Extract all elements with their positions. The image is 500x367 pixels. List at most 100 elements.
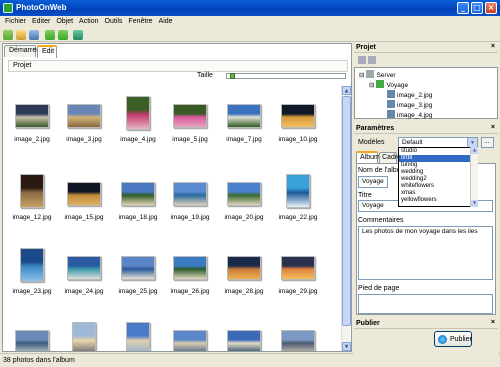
scroll-down-icon[interactable]: ▼ bbox=[342, 342, 351, 351]
publish-panel-title: Publier bbox=[356, 320, 380, 327]
save-icon[interactable] bbox=[29, 30, 39, 40]
toolbar bbox=[0, 28, 500, 42]
photo-caption: image_18.jpg bbox=[118, 214, 158, 221]
scroll-up-icon[interactable]: ▲ bbox=[471, 147, 478, 154]
photo-image bbox=[126, 322, 150, 351]
menu-objet[interactable]: Objet bbox=[53, 16, 76, 25]
add-photos-icon[interactable] bbox=[45, 30, 55, 40]
photo-gallery: image_2.jpg image_3.jpg image_4.jpg image_5… bbox=[4, 86, 340, 351]
photo-thumbnail[interactable]: image_19.jpg bbox=[164, 164, 216, 226]
photo-thumbnail[interactable] bbox=[112, 312, 164, 351]
photo-image bbox=[173, 104, 207, 128]
publish-button[interactable]: Publier bbox=[434, 331, 472, 347]
dropdown-option[interactable]: tlrtbl bbox=[399, 155, 477, 162]
dropdown-option[interactable]: studio bbox=[399, 148, 477, 155]
tab-edit[interactable]: Edit bbox=[37, 45, 57, 58]
project-tree: ⊟ Server ⊟ Voyage image_2.jpg image_3.jpgimag… bbox=[354, 67, 498, 119]
tree-node-label: image_4.jpg bbox=[397, 112, 433, 119]
photo-thumbnail[interactable]: image_12.jpg bbox=[6, 164, 58, 226]
photo-image bbox=[121, 256, 155, 280]
models-more-button[interactable]: ... bbox=[481, 137, 494, 148]
scroll-up-icon[interactable]: ▲ bbox=[342, 86, 351, 95]
close-icon[interactable]: × bbox=[491, 319, 495, 326]
dropdown-scrollbar[interactable]: ▲ ▼ bbox=[470, 147, 478, 207]
photo-thumbnail[interactable]: image_2.jpg bbox=[6, 86, 58, 148]
tree-remove-icon[interactable] bbox=[368, 56, 376, 64]
photo-thumbnail[interactable]: image_29.jpg bbox=[272, 238, 324, 300]
photo-thumbnail[interactable]: image_3.jpg bbox=[58, 86, 110, 148]
dropdown-option[interactable]: wedding bbox=[399, 169, 477, 176]
menu-aide[interactable]: Aide bbox=[156, 16, 176, 25]
maximize-button[interactable]: □ bbox=[471, 2, 483, 14]
title-bar: PhotoOnWeb _ □ × bbox=[0, 0, 500, 16]
photo-caption: image_12.jpg bbox=[12, 214, 52, 221]
close-icon[interactable]: × bbox=[491, 124, 495, 131]
models-dropdown-list[interactable]: studio tlrtbl tuning wedding wedding2 whitefl… bbox=[398, 147, 478, 207]
size-label: Taille bbox=[197, 72, 213, 79]
close-icon[interactable]: × bbox=[491, 43, 495, 50]
new-icon[interactable] bbox=[3, 30, 13, 40]
photo-thumbnail[interactable] bbox=[6, 312, 58, 351]
menu-fichier[interactable]: Fichier bbox=[2, 16, 29, 25]
photo-thumbnail[interactable]: image_25.jpg bbox=[112, 238, 164, 300]
album-icon bbox=[376, 80, 385, 88]
models-value: Default bbox=[402, 139, 423, 146]
photo-thumbnail[interactable]: image_15.jpg bbox=[58, 164, 110, 226]
photo-caption: image_5.jpg bbox=[172, 136, 208, 143]
photo-thumbnail[interactable] bbox=[272, 312, 324, 351]
scroll-down-icon[interactable]: ▼ bbox=[471, 200, 478, 207]
tree-node[interactable]: ⊟ Voyage bbox=[369, 80, 408, 90]
menu-outils[interactable]: Outils bbox=[102, 16, 126, 25]
gallery-scrollbar[interactable]: ▲ ▼ bbox=[341, 86, 351, 351]
tree-add-icon[interactable] bbox=[358, 56, 366, 64]
dropdown-option[interactable]: tuning bbox=[399, 162, 477, 169]
photo-image bbox=[67, 256, 101, 280]
photo-thumbnail[interactable]: image_23.jpg bbox=[6, 238, 58, 300]
menu-fenetre[interactable]: Fenêtre bbox=[125, 16, 155, 25]
photo-thumbnail[interactable]: image_10.jpg bbox=[272, 86, 324, 148]
menu-editer[interactable]: Editer bbox=[29, 16, 53, 25]
photo-thumbnail[interactable] bbox=[218, 312, 270, 351]
dropdown-option[interactable]: xmas bbox=[399, 190, 477, 197]
tree-node[interactable]: image_4.jpg bbox=[387, 110, 432, 120]
photo-thumbnail[interactable] bbox=[164, 312, 216, 351]
close-button[interactable]: × bbox=[485, 2, 497, 14]
tree-node[interactable]: image_2.jpg bbox=[387, 90, 432, 100]
photo-thumbnail[interactable]: image_7.jpg bbox=[218, 86, 270, 148]
dropdown-option[interactable]: wedding2 bbox=[399, 176, 477, 183]
comments-textarea[interactable]: Les photos de mon voyage dans les iles bbox=[358, 226, 493, 280]
photo-thumbnail[interactable]: image_22.jpg bbox=[272, 164, 324, 226]
image-icon bbox=[387, 100, 395, 108]
dropdown-option[interactable]: yellowflowers bbox=[399, 197, 477, 204]
app-icon bbox=[3, 3, 13, 13]
photo-thumbnail[interactable]: image_28.jpg bbox=[218, 238, 270, 300]
photo-caption: image_2.jpg bbox=[14, 136, 50, 143]
size-slider[interactable] bbox=[226, 73, 346, 79]
photo-thumbnail[interactable]: image_24.jpg bbox=[58, 238, 110, 300]
minimize-button[interactable]: _ bbox=[457, 2, 469, 14]
refresh-icon[interactable] bbox=[73, 30, 83, 40]
album-name-input[interactable]: Voyage bbox=[358, 176, 388, 188]
photo-thumbnail[interactable] bbox=[58, 312, 110, 351]
tab-demarrer[interactable]: Démarrer bbox=[4, 45, 39, 57]
tree-node[interactable]: ⊟ Server bbox=[359, 70, 396, 80]
scroll-thumb[interactable] bbox=[342, 96, 351, 326]
open-icon[interactable] bbox=[16, 30, 26, 40]
photo-image bbox=[173, 182, 207, 206]
size-slider-thumb[interactable] bbox=[230, 73, 236, 79]
photo-thumbnail[interactable]: image_5.jpg bbox=[164, 86, 216, 148]
photo-caption: image_10.jpg bbox=[278, 136, 318, 143]
menu-action[interactable]: Action bbox=[76, 16, 101, 25]
photo-thumbnail[interactable]: image_4.jpg bbox=[112, 86, 164, 148]
remove-icon[interactable] bbox=[58, 30, 68, 40]
tree-node[interactable]: image_3.jpg bbox=[387, 100, 432, 110]
photo-thumbnail[interactable]: image_26.jpg bbox=[164, 238, 216, 300]
photo-thumbnail[interactable]: image_20.jpg bbox=[218, 164, 270, 226]
footer-textarea[interactable] bbox=[358, 294, 493, 314]
collapse-icon[interactable]: ⊟ bbox=[369, 82, 374, 89]
dropdown-option[interactable]: whiteflowers bbox=[399, 183, 477, 190]
photo-thumbnail[interactable]: image_18.jpg bbox=[112, 164, 164, 226]
server-icon bbox=[366, 70, 375, 78]
collapse-icon[interactable]: ⊟ bbox=[359, 72, 364, 79]
photo-caption: image_28.jpg bbox=[224, 288, 264, 295]
